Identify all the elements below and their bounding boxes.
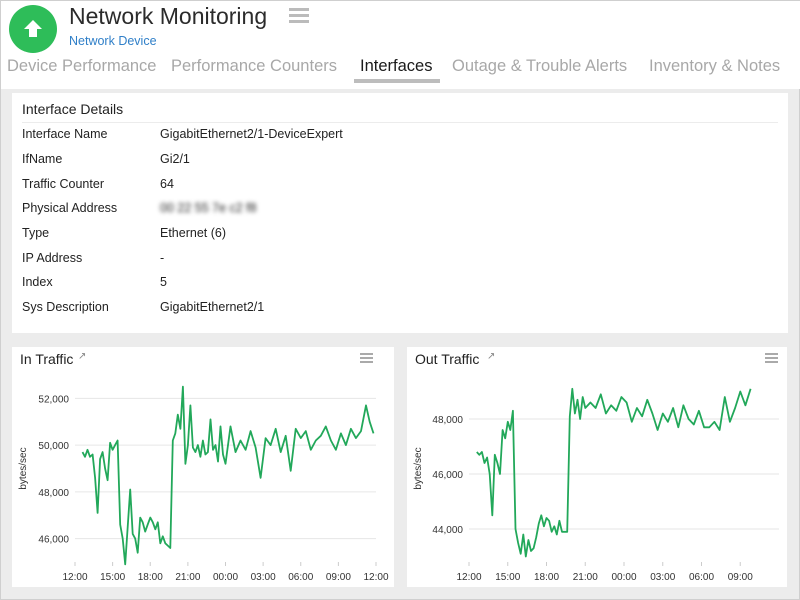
x-tick-label: 12:00 (62, 572, 87, 583)
device-type-link[interactable]: Network Device (69, 34, 157, 48)
y-tick-label: 44,000 (432, 525, 463, 536)
detail-label: Type (22, 226, 162, 240)
in-traffic-chart-card: 46,000 48,000 50,000 52,000 12:00 15:00 18:00 2… (12, 347, 394, 587)
y-tick-label: 46,000 (432, 470, 463, 481)
tab-performance-counters[interactable]: Performance Counters (171, 57, 337, 76)
x-tick-label: 06:00 (689, 572, 714, 583)
x-tick-label: 03:00 (251, 572, 276, 583)
y-tick-label: 46,000 (38, 535, 69, 546)
x-tick-label: 09:00 (326, 572, 351, 583)
in-traffic-chart[interactable]: 46,000 48,000 50,000 52,000 12:00 15:00 18:00 2… (12, 347, 394, 587)
x-tick-label: 21:00 (573, 572, 598, 583)
detail-label: IP Address (22, 251, 162, 265)
x-tick-label: 18:00 (534, 572, 559, 583)
y-axis-label: bytes/sec (413, 447, 424, 489)
x-tick-label: 00:00 (213, 572, 238, 583)
interface-details-card: Interface Details Interface Name Gigabit… (12, 93, 788, 333)
detail-value: 5 (160, 275, 167, 289)
tab-outage-trouble-alerts[interactable]: Outage & Trouble Alerts (452, 57, 627, 76)
detail-label: Sys Description (22, 300, 162, 314)
y-axis-label: bytes/sec (18, 447, 29, 489)
tab-interfaces[interactable]: Interfaces (360, 57, 432, 76)
external-link-icon[interactable]: ↗ (78, 351, 86, 362)
chart-menu-icon[interactable] (765, 353, 778, 365)
external-link-icon[interactable]: ↗ (487, 351, 495, 362)
detail-label: Index (22, 275, 162, 289)
detail-label: Physical Address (22, 201, 162, 215)
x-tick-label: 18:00 (138, 572, 163, 583)
detail-value: 00 22 55 7e c2 f8 (160, 201, 257, 215)
x-tick-label: 12:00 (456, 572, 481, 583)
x-tick-label: 12:00 (363, 572, 388, 583)
x-tick-label: 15:00 (100, 572, 125, 583)
tab-device-performance[interactable]: Device Performance (7, 57, 156, 76)
y-tick-label: 50,000 (38, 441, 69, 452)
up-arrow-icon (21, 17, 45, 41)
out-traffic-chart[interactable]: 44,000 46,000 48,000 12:00 15:00 18:00 21:00 00… (407, 347, 787, 587)
detail-label: Interface Name (22, 127, 162, 141)
detail-value: GigabitEthernet2/1-DeviceExpert (160, 127, 343, 141)
traffic-series-line[interactable] (83, 387, 374, 565)
traffic-series-line[interactable] (477, 389, 751, 557)
card-title: Interface Details (22, 101, 123, 117)
app-header: Network Monitoring Network Device Device… (1, 1, 800, 89)
y-tick-label: 52,000 (38, 394, 69, 405)
x-tick-label: 03:00 (650, 572, 675, 583)
hamburger-menu-icon[interactable] (289, 8, 309, 26)
detail-label: IfName (22, 152, 162, 166)
detail-value: - (160, 251, 164, 265)
page-title: Network Monitoring (69, 3, 267, 30)
y-tick-label: 48,000 (38, 488, 69, 499)
detail-value: Ethernet (6) (160, 226, 226, 240)
detail-value: Gi2/1 (160, 152, 190, 166)
detail-value: GigabitEthernet2/1 (160, 300, 264, 314)
active-tab-indicator (354, 79, 440, 83)
chart-title: In Traffic (20, 351, 73, 367)
y-tick-label: 48,000 (432, 415, 463, 426)
app-logo[interactable] (9, 5, 57, 53)
x-tick-label: 00:00 (611, 572, 636, 583)
chart-title: Out Traffic (415, 351, 479, 367)
chart-menu-icon[interactable] (360, 353, 373, 365)
x-tick-label: 06:00 (288, 572, 313, 583)
divider (22, 122, 778, 123)
detail-value: 64 (160, 177, 174, 191)
x-tick-label: 21:00 (175, 572, 200, 583)
out-traffic-chart-card: 44,000 46,000 48,000 12:00 15:00 18:00 21:00 00… (407, 347, 787, 587)
x-tick-label: 15:00 (495, 572, 520, 583)
x-tick-label: 09:00 (728, 572, 753, 583)
detail-label: Traffic Counter (22, 177, 162, 191)
tab-inventory-notes[interactable]: Inventory & Notes (649, 57, 780, 76)
